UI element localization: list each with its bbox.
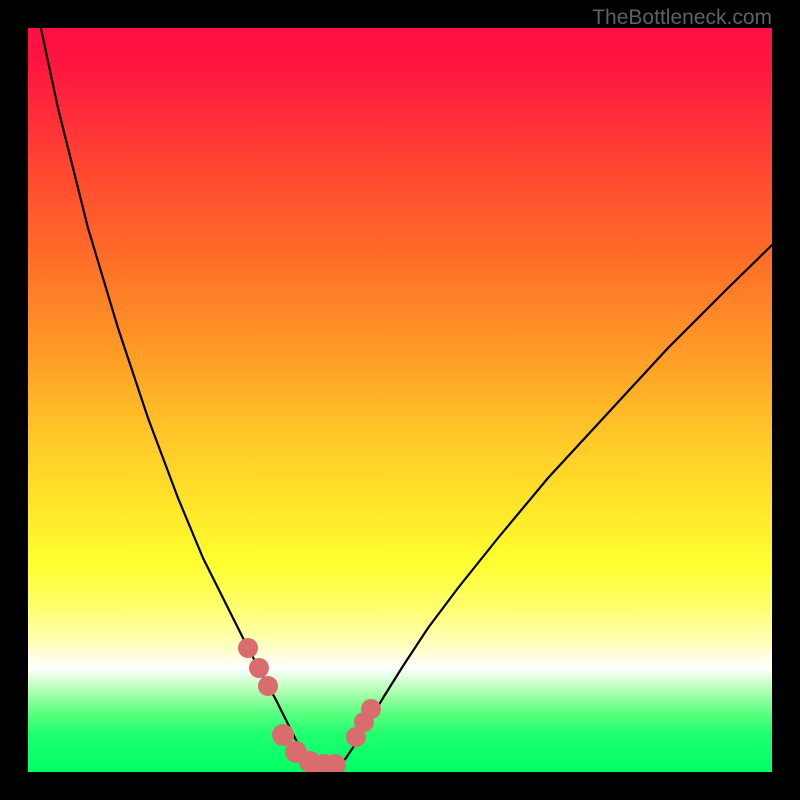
data-marker bbox=[258, 676, 278, 696]
curve-right bbox=[338, 245, 772, 768]
curve-left bbox=[28, 28, 323, 770]
watermark-text: TheBottleneck.com bbox=[592, 6, 772, 30]
data-marker bbox=[361, 699, 381, 719]
data-marker bbox=[249, 658, 269, 678]
data-marker bbox=[238, 638, 258, 658]
data-markers bbox=[238, 638, 381, 772]
chart-svg bbox=[28, 28, 772, 772]
